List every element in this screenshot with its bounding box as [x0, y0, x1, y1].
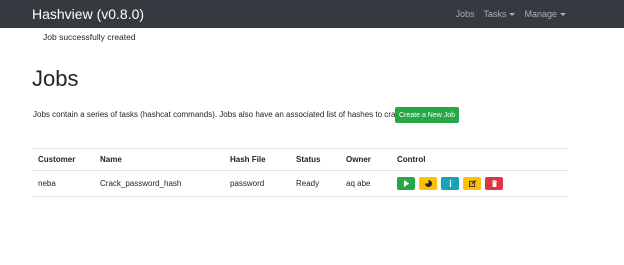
nav-menu: Jobs Tasks Manage: [455, 9, 566, 19]
chart-pie-icon: [424, 180, 432, 187]
edit-icon: [468, 180, 476, 187]
info-icon: [449, 180, 451, 187]
cell-hash-file: password: [230, 170, 296, 197]
page-description: Jobs contain a series of tasks (hashcat …: [33, 110, 406, 119]
start-job-button[interactable]: [397, 177, 415, 190]
play-icon: [403, 180, 409, 187]
table-row: neba Crack_password_hash password Ready …: [32, 170, 568, 197]
column-header-hash-file: Hash File: [230, 148, 296, 171]
brand-link[interactable]: Hashview (v0.8.0): [32, 6, 144, 22]
trash-icon: [491, 180, 497, 187]
jobs-table: Customer Name Hash File Status Owner Con…: [32, 148, 568, 197]
table-header-row: Customer Name Hash File Status Owner Con…: [32, 148, 568, 171]
chevron-down-icon: [509, 12, 516, 16]
cell-owner: aq abe: [346, 170, 397, 197]
column-header-name: Name: [100, 148, 230, 171]
cell-status: Ready: [296, 170, 346, 197]
delete-job-button[interactable]: [485, 177, 503, 190]
nav-item-label: Manage: [524, 9, 557, 19]
column-header-control: Control: [397, 148, 568, 171]
nav-item-label: Jobs: [455, 9, 475, 19]
page-title: Jobs: [32, 66, 79, 91]
nav-item-manage[interactable]: Manage: [524, 9, 566, 19]
flash-message: Job successfully created: [43, 32, 136, 42]
column-header-owner: Owner: [346, 148, 397, 171]
nav-item-label: Tasks: [483, 9, 507, 19]
cell-control: [397, 170, 568, 197]
cell-customer: neba: [32, 170, 100, 197]
edit-job-button[interactable]: [463, 177, 481, 190]
column-header-status: Status: [296, 148, 346, 171]
job-summary-button[interactable]: [419, 177, 437, 190]
create-job-button[interactable]: Create a New Job: [395, 107, 460, 123]
column-header-customer: Customer: [32, 148, 100, 171]
cell-name: Crack_password_hash: [100, 170, 230, 197]
nav-item-tasks[interactable]: Tasks: [483, 9, 516, 19]
nav-item-jobs[interactable]: Jobs: [455, 9, 474, 19]
job-controls: [397, 177, 568, 190]
top-navbar: Hashview (v0.8.0) Jobs Tasks Manage: [0, 0, 624, 28]
chevron-down-icon: [560, 12, 566, 16]
job-info-button[interactable]: [441, 177, 459, 190]
